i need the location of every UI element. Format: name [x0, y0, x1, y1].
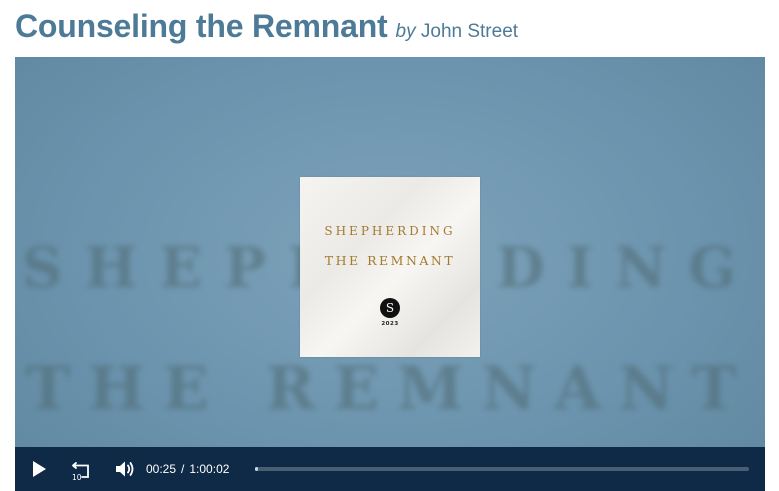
- artwork-title-line-1: SHEPHERDING: [324, 224, 456, 238]
- video-player[interactable]: SHEPHERDING THE REMNANT SHEPHERDING THE …: [15, 57, 765, 491]
- progress-bar[interactable]: [255, 467, 749, 471]
- play-button[interactable]: [27, 447, 51, 491]
- artwork-logo-icon: S: [380, 298, 400, 318]
- current-time: 00:25: [146, 462, 177, 476]
- duration: 1:00:02: [189, 462, 230, 476]
- time-separator: /: [181, 462, 185, 476]
- progress-track: [255, 467, 749, 471]
- byline: by John Street: [396, 21, 519, 43]
- byline-by: by: [395, 21, 416, 42]
- player-control-bar: 10 00:25 / 1:00:02: [15, 447, 765, 491]
- poster-background-text-2: THE REMNANT: [25, 354, 755, 424]
- artwork-year: 2023: [381, 321, 399, 327]
- rewind-10-icon: 10: [72, 462, 89, 481]
- artwork-title-line-2: THE REMNANT: [324, 253, 456, 268]
- author-name: John Street: [420, 21, 519, 42]
- play-icon: [33, 461, 46, 477]
- rewind-10-button[interactable]: 10: [69, 447, 93, 491]
- playback-time: 00:25 / 1:00:02: [146, 447, 229, 491]
- series-artwork: SHEPHERDING THE REMNANT S 2023: [300, 177, 480, 357]
- page-header: Counseling the Remnant by John Street: [15, 8, 518, 48]
- volume-icon: [116, 461, 134, 477]
- volume-button[interactable]: [113, 447, 137, 491]
- rewind-seconds-label: 10: [72, 473, 82, 481]
- page-title: Counseling the Remnant: [15, 8, 388, 44]
